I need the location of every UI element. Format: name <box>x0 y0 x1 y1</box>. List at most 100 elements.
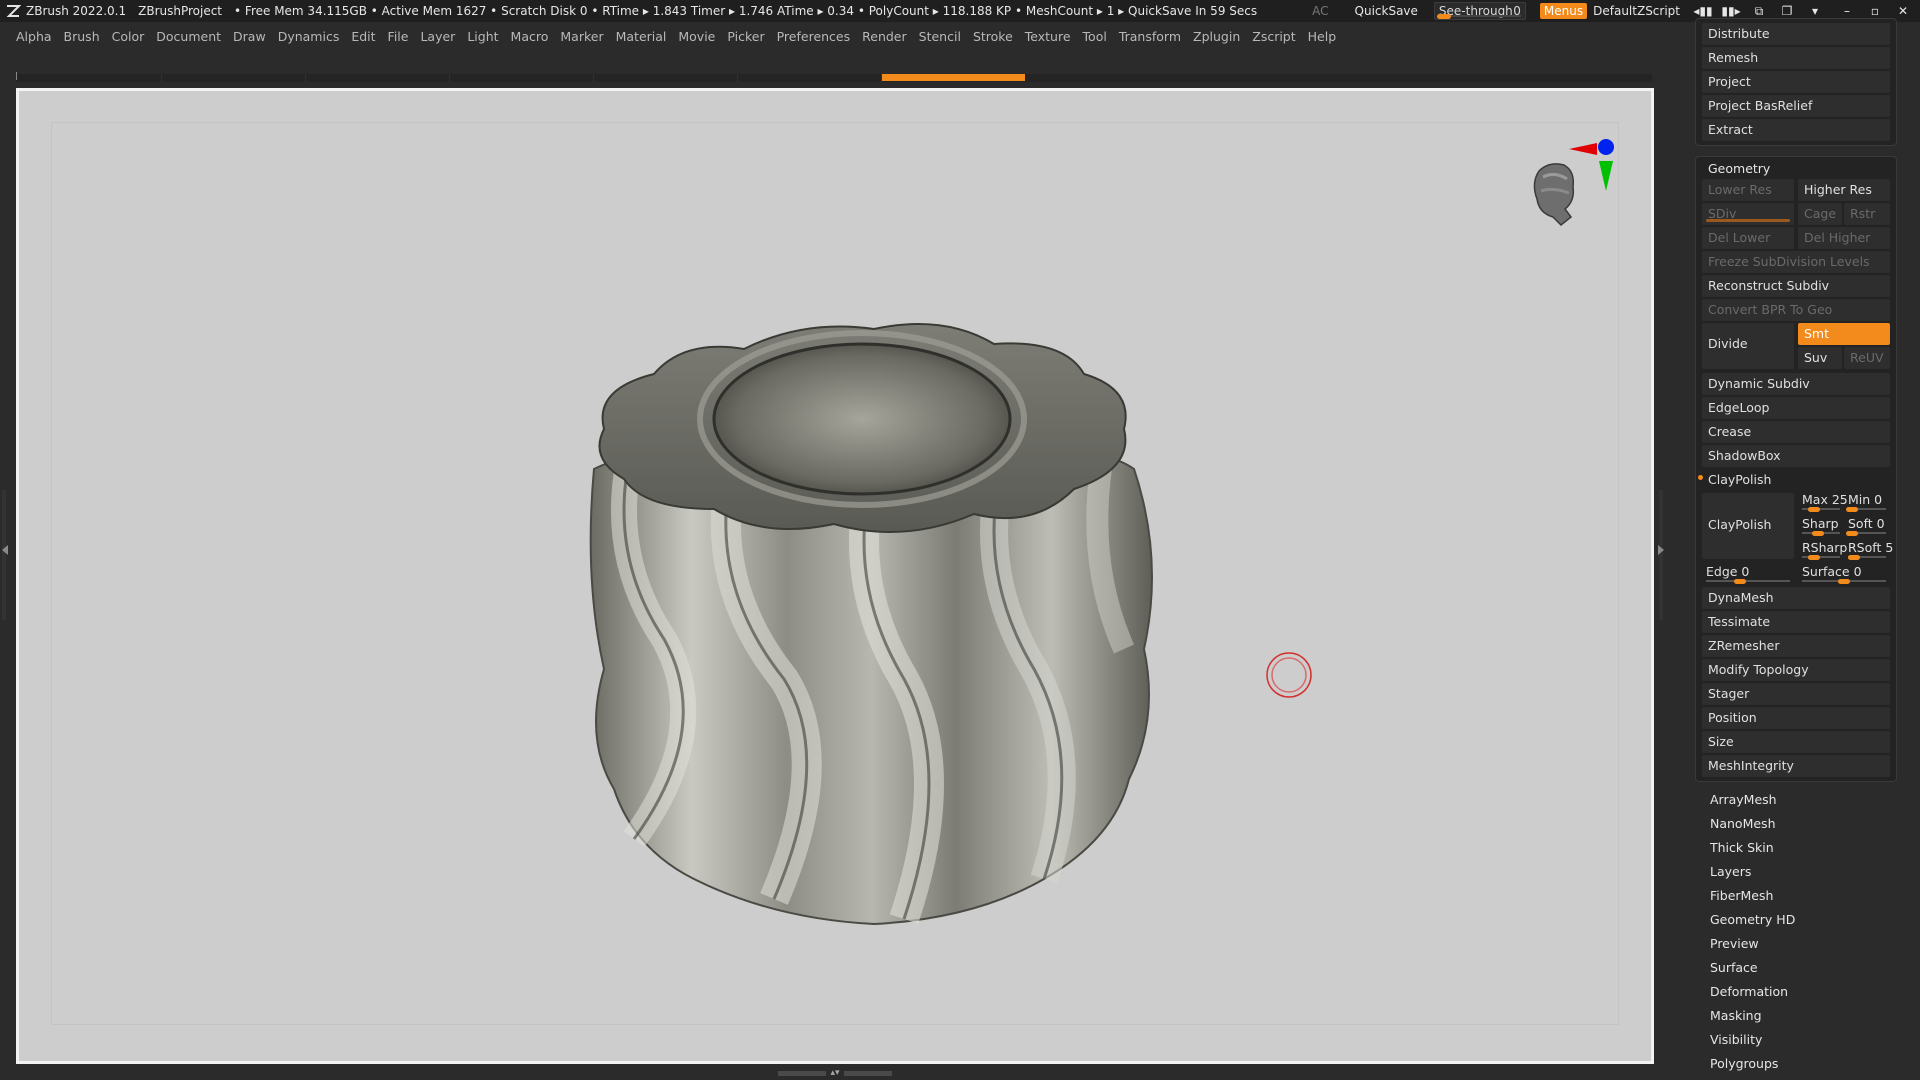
higher-res-button[interactable]: Higher Res <box>1798 179 1890 201</box>
menu-file[interactable]: File <box>388 29 409 44</box>
dropdown-icon[interactable]: ▾ <box>1804 3 1826 19</box>
suv-toggle[interactable]: Suv <box>1798 347 1842 369</box>
tab-segment[interactable] <box>450 74 594 82</box>
arraymesh-subpalette[interactable]: ArrayMesh <box>1710 792 1777 807</box>
smt-toggle[interactable]: Smt <box>1798 323 1890 345</box>
tab-segment[interactable] <box>594 74 738 82</box>
surface-subpalette[interactable]: Surface <box>1710 960 1758 975</box>
left-tray-handle[interactable] <box>0 490 10 620</box>
gizmo-x-axis[interactable] <box>1569 143 1597 155</box>
menu-brush[interactable]: Brush <box>64 29 100 44</box>
convert-bpr-button[interactable]: Convert BPR To Geo <box>1702 299 1890 321</box>
quicksave-button[interactable]: QuickSave <box>1355 4 1418 18</box>
gizmo-z-axis[interactable] <box>1598 139 1614 155</box>
tab-segment[interactable] <box>162 74 306 82</box>
menu-color[interactable]: Color <box>112 29 145 44</box>
ac-label[interactable]: AC <box>1312 4 1328 18</box>
seethrough-knob[interactable] <box>1436 14 1451 19</box>
max-slider[interactable]: Max 25 <box>1798 491 1848 513</box>
extract-button[interactable]: Extract <box>1702 119 1890 141</box>
menu-alpha[interactable]: Alpha <box>16 29 52 44</box>
modify-topology-button[interactable]: Modify Topology <box>1702 659 1890 681</box>
surface-slider[interactable]: Surface 0 <box>1798 563 1890 585</box>
masking-subpalette[interactable]: Masking <box>1710 1008 1762 1023</box>
tab-segment[interactable] <box>306 74 450 82</box>
menu-material[interactable]: Material <box>616 29 667 44</box>
claypolish-section-button[interactable]: ClayPolish <box>1702 469 1890 491</box>
project-name[interactable]: ZBrushProject <box>138 4 222 18</box>
tab-segment[interactable] <box>738 74 882 82</box>
menu-macro[interactable]: Macro <box>511 29 549 44</box>
menu-edit[interactable]: Edit <box>351 29 375 44</box>
rsoft-knob[interactable] <box>1848 555 1860 560</box>
edge-slider[interactable]: Edge 0 <box>1702 563 1794 585</box>
soft-slider[interactable]: Soft 0 <box>1844 515 1890 537</box>
menus-button[interactable]: Menus <box>1539 3 1588 19</box>
preview-subpalette[interactable]: Preview <box>1710 936 1759 951</box>
menu-zplugin[interactable]: Zplugin <box>1193 29 1240 44</box>
tab-segment[interactable] <box>16 74 162 82</box>
menu-light[interactable]: Light <box>467 29 498 44</box>
menu-help[interactable]: Help <box>1308 29 1337 44</box>
viewport-canvas[interactable] <box>19 91 1651 1061</box>
thick-skin-subpalette[interactable]: Thick Skin <box>1710 840 1774 855</box>
layout-next-icon[interactable]: ▮▮▸ <box>1720 3 1742 19</box>
shadowbox-button[interactable]: ShadowBox <box>1702 445 1890 467</box>
seethrough-slider[interactable]: See-through 0 <box>1433 2 1526 20</box>
menu-tool[interactable]: Tool <box>1083 29 1107 44</box>
dynamesh-button[interactable]: DynaMesh <box>1702 587 1890 609</box>
stager-button[interactable]: Stager <box>1702 683 1890 705</box>
del-lower-button[interactable]: Del Lower <box>1702 227 1794 249</box>
menu-render[interactable]: Render <box>862 29 907 44</box>
cage-button[interactable]: Cage <box>1798 203 1842 225</box>
rsharp-slider[interactable]: RSharp <box>1798 539 1847 561</box>
tessimate-button[interactable]: Tessimate <box>1702 611 1890 633</box>
menu-dynamics[interactable]: Dynamics <box>278 29 340 44</box>
menu-movie[interactable]: Movie <box>678 29 715 44</box>
rsoft-slider[interactable]: RSoft 5 <box>1844 539 1893 561</box>
menu-marker[interactable]: Marker <box>560 29 603 44</box>
menu-zscript[interactable]: Zscript <box>1252 29 1295 44</box>
window-layout-icon[interactable]: ⧉ <box>1748 3 1770 19</box>
geometry-hd-subpalette[interactable]: Geometry HD <box>1710 912 1795 927</box>
gizmo-head-icon[interactable] <box>1533 163 1575 227</box>
active-tab-indicator[interactable] <box>882 74 1025 81</box>
fibermesh-subpalette[interactable]: FiberMesh <box>1710 888 1773 903</box>
distribute-button[interactable]: Distribute <box>1702 23 1890 45</box>
maximize-icon[interactable]: ▫ <box>1864 3 1886 19</box>
rsharp-knob[interactable] <box>1808 555 1820 560</box>
close-icon[interactable]: ✕ <box>1892 3 1914 19</box>
edge-knob[interactable] <box>1734 579 1746 584</box>
navigation-gizmo[interactable] <box>1509 121 1629 241</box>
right-tray-handle[interactable] <box>1656 490 1666 620</box>
size-button[interactable]: Size <box>1702 731 1890 753</box>
restore-layout-icon[interactable]: ❐ <box>1776 3 1798 19</box>
zremesher-button[interactable]: ZRemesher <box>1702 635 1890 657</box>
del-higher-button[interactable]: Del Higher <box>1798 227 1890 249</box>
max-knob[interactable] <box>1808 507 1820 512</box>
soft-knob[interactable] <box>1846 531 1858 536</box>
default-zscript-button[interactable]: DefaultZScript <box>1593 4 1680 18</box>
menu-preferences[interactable]: Preferences <box>777 29 851 44</box>
menu-document[interactable]: Document <box>156 29 221 44</box>
geometry-title[interactable]: Geometry <box>1708 161 1770 176</box>
divide-button[interactable]: Divide <box>1702 323 1794 369</box>
nanomesh-subpalette[interactable]: NanoMesh <box>1710 816 1776 831</box>
bottom-tray-handle[interactable]: ▴▾ <box>770 1068 900 1078</box>
menu-stencil[interactable]: Stencil <box>919 29 961 44</box>
layers-subpalette[interactable]: Layers <box>1710 864 1751 879</box>
meshintegrity-button[interactable]: MeshIntegrity <box>1702 755 1890 777</box>
project-basrelief-button[interactable]: Project BasRelief <box>1702 95 1890 117</box>
minimize-icon[interactable]: – <box>1836 3 1858 19</box>
min-slider[interactable]: Min 0 <box>1844 491 1890 513</box>
claypolish-button[interactable]: ClayPolish <box>1702 493 1794 559</box>
visibility-subpalette[interactable]: Visibility <box>1710 1032 1762 1047</box>
position-button[interactable]: Position <box>1702 707 1890 729</box>
remesh-button[interactable]: Remesh <box>1702 47 1890 69</box>
tool-tab-strip[interactable] <box>16 72 1652 82</box>
gizmo-y-axis[interactable] <box>1599 161 1613 191</box>
menu-draw[interactable]: Draw <box>233 29 266 44</box>
rstr-button[interactable]: Rstr <box>1844 203 1890 225</box>
menu-transform[interactable]: Transform <box>1119 29 1181 44</box>
surface-knob[interactable] <box>1838 579 1850 584</box>
